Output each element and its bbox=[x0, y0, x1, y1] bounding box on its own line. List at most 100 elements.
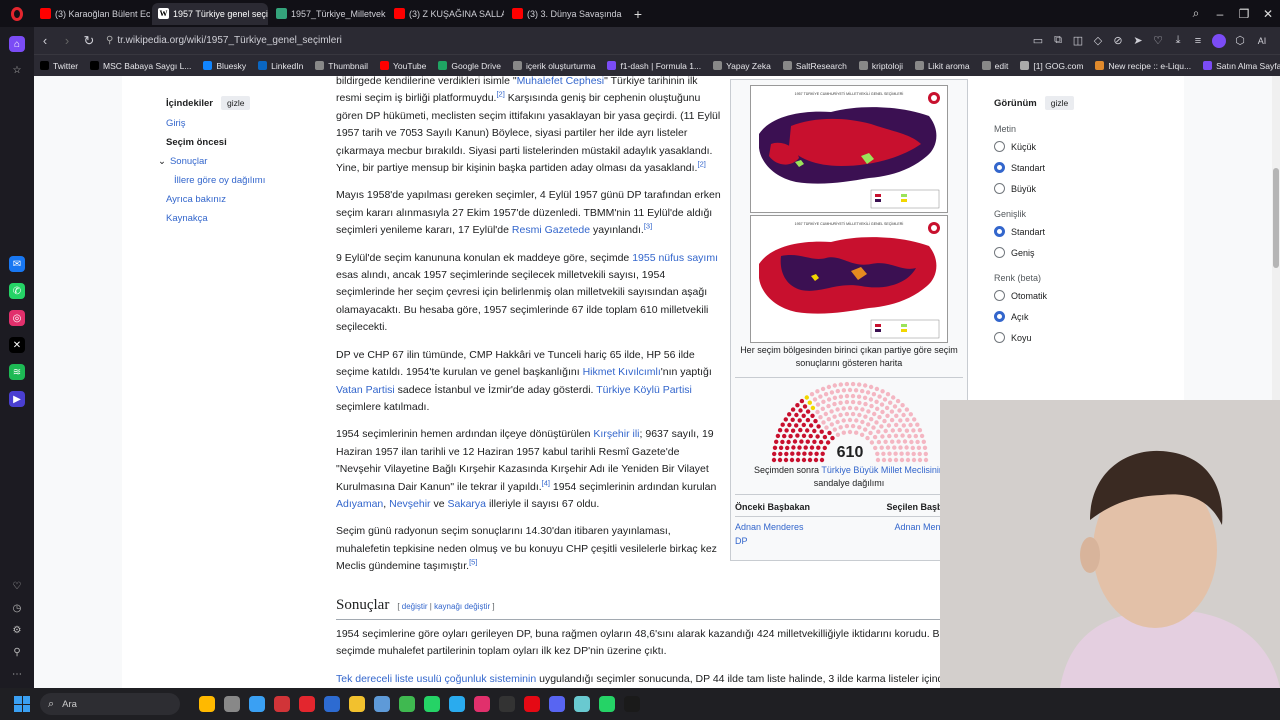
close-window-button[interactable]: ✕ bbox=[1256, 7, 1280, 21]
menu-icon[interactable]: ≡ bbox=[1188, 35, 1208, 47]
pin-icon[interactable]: ⚲ bbox=[9, 644, 25, 660]
extensions-icon[interactable]: ⬡ bbox=[1230, 34, 1250, 47]
link-vatan-partisi[interactable]: Vatan Partisi bbox=[336, 384, 395, 396]
edit-link[interactable]: değiştir bbox=[402, 602, 428, 611]
toc-item-giris[interactable]: Giriş bbox=[166, 118, 316, 129]
citation-link[interactable]: [2] bbox=[697, 160, 705, 169]
link-adiyaman[interactable]: Adıyaman bbox=[336, 498, 383, 510]
taskbar-app-icon[interactable] bbox=[373, 696, 390, 712]
taskbar-app-icon[interactable] bbox=[498, 696, 515, 712]
toc-item-kaynakca[interactable]: Kaynakça bbox=[166, 213, 316, 224]
tab-4[interactable]: (3) 3. Dünya Savaşında İtt bbox=[506, 3, 622, 25]
bookmark-item[interactable]: MSC Babaya Saygı L... bbox=[90, 61, 191, 71]
radio-button[interactable] bbox=[994, 290, 1005, 301]
player-icon[interactable]: ▶ bbox=[9, 391, 25, 407]
election-map-2[interactable]: 1957 TÜRKİYE CUMHURİYETİ MİLLETVEKİLİ GE… bbox=[750, 215, 948, 343]
taskbar-app-icon[interactable] bbox=[273, 696, 290, 712]
bookmark-item[interactable]: Likit aroma bbox=[915, 61, 970, 71]
new-tab-button[interactable]: + bbox=[630, 6, 646, 22]
bookmark-item[interactable]: edit bbox=[981, 61, 1008, 71]
bookmark-item[interactable]: Bluesky bbox=[203, 61, 246, 71]
bookmark-item[interactable]: [1] GOG.com bbox=[1020, 61, 1083, 71]
windows-start-icon[interactable] bbox=[14, 696, 30, 712]
bookmark-item[interactable]: f1-dash | Formula 1... bbox=[607, 61, 701, 71]
taskbar-app-icon[interactable] bbox=[548, 696, 565, 712]
search-tabs-icon[interactable]: ⌕ bbox=[1184, 6, 1208, 21]
link-kirsehir-ili[interactable]: Kırşehir ili bbox=[593, 428, 639, 440]
url-field[interactable]: ⚲ tr.wikipedia.org/wiki/1957_Türkiye_gene… bbox=[106, 35, 342, 46]
toc-item-illere-gore[interactable]: İllere göre oy dağılımı bbox=[174, 175, 316, 186]
radio-button[interactable] bbox=[994, 332, 1005, 343]
toc-item-ayrica-bakiniz[interactable]: Ayrıca bakınız bbox=[166, 194, 316, 205]
radio-button[interactable] bbox=[994, 183, 1005, 194]
radio-button[interactable] bbox=[994, 162, 1005, 173]
settings-icon[interactable]: ⚙ bbox=[9, 622, 25, 638]
instagram-icon[interactable]: ◎ bbox=[9, 310, 25, 326]
edit-source-link[interactable]: kaynağı değiştir bbox=[434, 602, 490, 611]
taskbar-app-icon[interactable] bbox=[473, 696, 490, 712]
citation-link[interactable]: [3] bbox=[644, 222, 652, 231]
bookmark-item[interactable]: kriptoloji bbox=[858, 61, 903, 71]
link-muhalefet-cephesi[interactable]: Muhalefet Cephesi bbox=[517, 76, 605, 87]
link-resmi-gazete[interactable]: Resmi Gazetede bbox=[512, 224, 590, 236]
snapshot-icon[interactable]: ◫ bbox=[1068, 34, 1088, 47]
toc-item-sonuclar[interactable]: ⌄ Sonuçlar bbox=[158, 156, 316, 167]
link-turkiye-koylu-partisi[interactable]: Türkiye Köylü Partisi bbox=[596, 384, 692, 396]
send-icon[interactable]: ➤ bbox=[1128, 34, 1148, 47]
taskbar-search[interactable]: ⌕ Ara bbox=[40, 693, 180, 715]
taskbar-app-icon[interactable] bbox=[523, 696, 540, 712]
site-info-icon[interactable]: ⚲ bbox=[106, 35, 113, 46]
taskbar-app-icon[interactable] bbox=[323, 696, 340, 712]
vpn-icon[interactable]: ◇ bbox=[1088, 34, 1108, 47]
radio-button[interactable] bbox=[994, 141, 1005, 152]
radio-button[interactable] bbox=[994, 226, 1005, 237]
toc-item-secim-oncesi[interactable]: Seçim öncesi bbox=[166, 137, 316, 148]
taskbar-app-icon[interactable] bbox=[198, 696, 215, 712]
link-hikmet-kivilcimli[interactable]: Hikmet Kıvılcımlı bbox=[583, 366, 661, 378]
radio-button[interactable] bbox=[994, 247, 1005, 258]
history-icon[interactable]: ◷ bbox=[9, 600, 25, 616]
radio-option[interactable]: Otomatik bbox=[994, 289, 1144, 302]
chevron-down-icon[interactable]: ⌄ bbox=[158, 156, 166, 167]
opera-menu-icon[interactable] bbox=[0, 0, 34, 27]
maximize-button[interactable]: ❐ bbox=[1232, 7, 1256, 21]
translate-icon[interactable]: ⧉ bbox=[1048, 34, 1068, 47]
taskbar-app-icon[interactable] bbox=[298, 696, 315, 712]
bookmark-item[interactable]: LinkedIn bbox=[258, 61, 303, 71]
radio-option[interactable]: Standart bbox=[994, 225, 1144, 238]
bookmark-heart-icon[interactable]: ♡ bbox=[1148, 34, 1168, 47]
taskbar-app-icon[interactable] bbox=[348, 696, 365, 712]
taskbar-app-icon[interactable] bbox=[623, 696, 640, 712]
link-tek-dereceli[interactable]: Tek dereceli liste usulü çoğunluk sistem… bbox=[336, 673, 536, 685]
taskbar-app-icon[interactable] bbox=[598, 696, 615, 712]
bookmark-item[interactable]: içerik oluşturturma bbox=[513, 61, 595, 71]
download-icon[interactable]: ⤓ bbox=[1168, 34, 1188, 47]
parliament-seat-chart[interactable]: 610 bbox=[767, 380, 933, 466]
citation-link[interactable]: [4] bbox=[542, 478, 550, 487]
taskbar-app-icon[interactable] bbox=[423, 696, 440, 712]
profile-avatar[interactable] bbox=[1212, 33, 1226, 48]
election-map-1[interactable]: 1957 TÜRKİYE CUMHURİYETİ MİLLETVEKİLİ GE… bbox=[750, 85, 948, 213]
reload-button[interactable]: ↻ bbox=[78, 33, 100, 49]
adblock-icon[interactable]: ⊘ bbox=[1108, 34, 1128, 47]
reader-mode-icon[interactable]: ▭ bbox=[1028, 34, 1048, 47]
tab-3[interactable]: (3) Z KUŞAĞINA SALLAYA bbox=[388, 3, 504, 25]
bookmark-item[interactable]: Yapay Zeka bbox=[713, 61, 771, 71]
ai-button[interactable]: AI bbox=[1250, 36, 1274, 46]
whatsapp-icon[interactable]: ✆ bbox=[9, 283, 25, 299]
radio-option[interactable]: Açık bbox=[994, 310, 1144, 323]
citation-link[interactable]: [5] bbox=[469, 558, 477, 567]
appearance-hide-button[interactable]: gizle bbox=[1044, 96, 1075, 110]
home-icon[interactable]: ⌂ bbox=[9, 36, 25, 52]
bookmark-item[interactable]: SaltResearch bbox=[782, 61, 847, 71]
bookmark-item[interactable]: Google Drive bbox=[438, 61, 501, 71]
taskbar-app-icon[interactable] bbox=[448, 696, 465, 712]
x-icon[interactable]: ✕ bbox=[9, 337, 25, 353]
citation-link[interactable]: [2] bbox=[496, 90, 504, 99]
link-nevsehir[interactable]: Nevşehir bbox=[389, 498, 430, 510]
radio-option[interactable]: Koyu bbox=[994, 331, 1144, 344]
tab-0[interactable]: (3) Karaoğlan Bülent Ecev bbox=[34, 3, 150, 25]
bookmark-item[interactable]: Twitter bbox=[40, 61, 78, 71]
toc-hide-button[interactable]: gizle bbox=[221, 96, 251, 110]
bookmark-item[interactable]: New recipe :: e-Liqu... bbox=[1095, 61, 1191, 71]
